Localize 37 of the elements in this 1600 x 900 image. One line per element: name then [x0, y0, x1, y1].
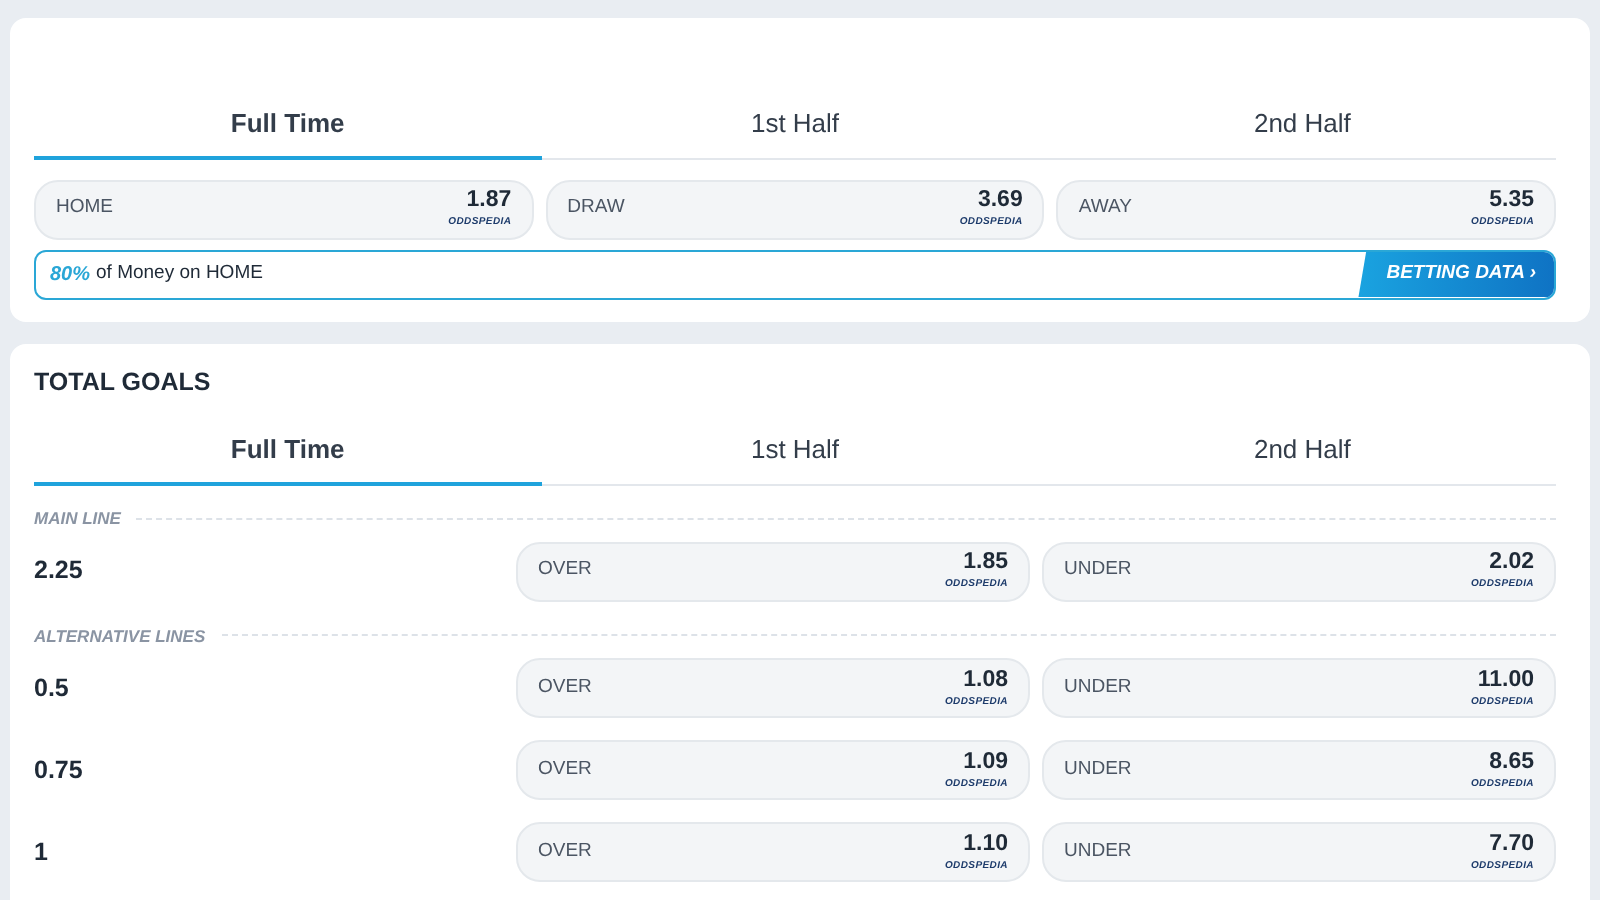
odds-label: UNDER [1064, 556, 1132, 585]
line-value: 2.25 [34, 554, 85, 589]
odds-value: 1.10 [963, 833, 1008, 856]
odds-label: DRAW [567, 194, 625, 223]
odds-value: 1.87 [466, 189, 512, 213]
tab[interactable]: Full Time [34, 94, 542, 159]
odds-label: UNDER [1064, 838, 1132, 867]
tab[interactable]: Full Time [34, 420, 542, 486]
section-title: TOTAL GOALS [34, 365, 211, 399]
odds-label: UNDER [1064, 674, 1132, 703]
odds-value: 1.08 [963, 669, 1008, 692]
odds-value: 1.09 [963, 751, 1008, 774]
section-heading: ALTERNATIVE LINES [34, 623, 206, 649]
odds-label: HOME [56, 194, 113, 223]
odds-label: UNDER [1064, 756, 1132, 785]
odds-label: OVER [538, 674, 592, 703]
odds-value: 2.02 [1489, 551, 1534, 575]
tab[interactable]: 1st Half [541, 94, 1049, 159]
odds-label: OVER [538, 838, 592, 867]
line-value: 1 [34, 835, 50, 870]
odds-label: AWAY [1078, 194, 1132, 223]
betting-data-button[interactable]: BETTING DATA › [1358, 251, 1554, 297]
odds-value: 7.70 [1489, 833, 1534, 856]
tab[interactable]: 1st Half [541, 420, 1049, 486]
odds-label: OVER [538, 756, 592, 785]
tab[interactable]: 2nd Half [1048, 420, 1557, 486]
line-value: 0.5 [34, 671, 71, 706]
odds-value: 11.00 [1477, 669, 1534, 692]
odds-value: 3.69 [977, 189, 1023, 213]
odds-value: 1.85 [963, 551, 1008, 575]
section-heading: MAIN LINE [34, 505, 121, 531]
tab[interactable]: 2nd Half [1048, 94, 1557, 159]
line-value: 0.75 [34, 753, 85, 788]
odds-value: 8.65 [1489, 751, 1534, 774]
money-text: 80% of Money on HOME [48, 259, 265, 289]
odds-label: OVER [538, 556, 592, 585]
odds-value: 5.35 [1489, 189, 1535, 213]
